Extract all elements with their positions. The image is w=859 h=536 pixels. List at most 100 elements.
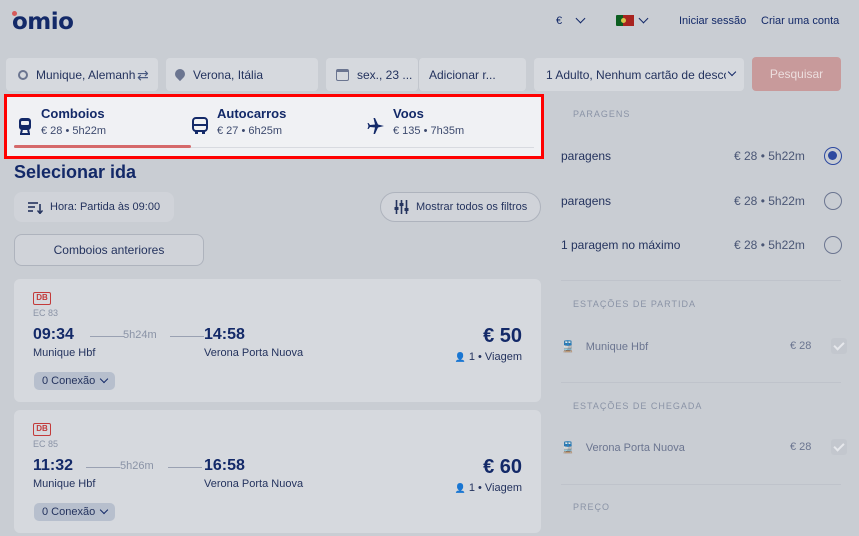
- tab-flights[interactable]: Voos € 135 • 7h35m: [393, 106, 464, 137]
- chevron-down-icon: [727, 67, 737, 77]
- destination-field[interactable]: Verona, Itália: [166, 58, 318, 91]
- stops-option[interactable]: paragens € 28 • 5h22m: [561, 192, 842, 210]
- duration: 5h26m: [120, 460, 154, 472]
- portugal-flag-icon[interactable]: [616, 15, 634, 26]
- calendar-icon: [336, 68, 349, 81]
- train-number: EC 85: [33, 439, 59, 449]
- chevron-down-icon: [99, 505, 109, 515]
- person-icon: 👤: [454, 352, 466, 362]
- radio-unselected[interactable]: [824, 236, 842, 254]
- arrival-stations-title: ESTAÇÕES DE CHEGADA: [573, 401, 703, 411]
- transport-tabs: Comboios € 28 • 5h22m Autocarros € 27 • …: [4, 94, 544, 159]
- radio-unselected[interactable]: [824, 192, 842, 210]
- bus-icon: [192, 117, 208, 134]
- tab-flights-title: Voos: [393, 106, 424, 121]
- stops-option-label: paragens: [561, 194, 612, 208]
- stops-option-value: € 28 • 5h22m: [734, 194, 805, 208]
- chevron-down-icon[interactable]: [575, 13, 586, 24]
- tab-flights-sub: € 135 • 7h35m: [393, 125, 465, 137]
- tab-buses-title: Autocarros: [217, 106, 287, 121]
- origin-circle-icon: [18, 69, 28, 80]
- result-card[interactable]: DB EC 83 09:34 5h24m 14:58 Munique Hbf V…: [14, 279, 541, 402]
- departure-station-filter[interactable]: 🚆 Munique Hbf € 28: [561, 338, 847, 354]
- stops-option-label: paragens: [561, 149, 612, 163]
- search-button[interactable]: Pesquisar: [752, 57, 841, 91]
- stops-option-label: 1 paragem no máximo: [561, 238, 681, 252]
- passengers-field[interactable]: 1 Adulto, Nenhum cartão de desconto: [534, 58, 744, 91]
- train-icon: 🚆: [561, 341, 575, 353]
- arrival-station: Verona Porta Nuova: [204, 347, 304, 359]
- tab-trains-title: Comboios: [41, 106, 105, 121]
- sort-chip[interactable]: Hora: Partida às 09:00: [14, 192, 174, 222]
- filter-divider: [561, 484, 841, 485]
- currency-label: €: [556, 15, 563, 27]
- train-icon: [19, 118, 31, 135]
- duration-line: [170, 336, 204, 337]
- active-tab-indicator: [14, 145, 191, 148]
- origin-value: Munique, Alemanha: [36, 67, 136, 82]
- swap-arrows-icon[interactable]: ⇄: [137, 67, 149, 84]
- show-all-filters-label: Mostrar todos os filtros: [416, 201, 528, 213]
- departure-station: Munique Hbf: [33, 347, 96, 359]
- price: € 50: [483, 325, 522, 347]
- origin-field[interactable]: Munique, Alemanha: [6, 58, 158, 91]
- page-title: Selecionar ida: [14, 162, 137, 182]
- connections-dropdown[interactable]: 0 Conexão: [34, 503, 116, 521]
- db-logo: DB: [33, 292, 51, 305]
- stops-option[interactable]: paragens € 28 • 5h22m: [561, 147, 842, 165]
- filter-divider: [561, 280, 841, 281]
- departure-station: Munique Hbf: [33, 478, 96, 490]
- earlier-trains-button[interactable]: Comboios anteriores: [14, 234, 204, 266]
- location-pin-icon: [175, 69, 185, 81]
- stops-option-value: € 28 • 5h22m: [734, 238, 805, 252]
- price: € 60: [483, 456, 522, 478]
- passengers-value: 1 Adulto, Nenhum cartão de desconto: [546, 67, 726, 82]
- checkbox-checked[interactable]: [831, 338, 847, 354]
- arrival-time: 16:58: [204, 457, 245, 474]
- chevron-down-icon: [99, 374, 109, 384]
- connections-dropdown[interactable]: 0 Conexão: [34, 372, 116, 390]
- return-date-field[interactable]: Adicionar r...: [418, 58, 526, 91]
- connections-label: 0 Conexão: [42, 506, 96, 518]
- stops-option[interactable]: 1 paragem no máximo € 28 • 5h22m: [561, 236, 842, 254]
- destination-value: Verona, Itália: [193, 67, 264, 82]
- departure-time: 11:32: [33, 457, 74, 474]
- departure-station-price: € 28: [790, 340, 812, 352]
- arrival-time: 14:58: [204, 326, 245, 343]
- duration: 5h24m: [123, 329, 157, 341]
- chevron-down-icon[interactable]: [638, 13, 649, 24]
- sort-icon: [28, 201, 43, 214]
- login-link[interactable]: Iniciar sessão: [679, 15, 746, 27]
- arrival-station-filter[interactable]: 🚆 Verona Porta Nuova € 28: [561, 439, 847, 455]
- currency-selector[interactable]: €: [556, 15, 562, 27]
- checkbox-checked[interactable]: [831, 439, 847, 455]
- tab-buses[interactable]: Autocarros € 27 • 6h25m: [217, 106, 286, 137]
- train-icon: 🚆: [561, 442, 575, 454]
- filter-sliders-icon: [394, 200, 409, 214]
- departure-stations-title: ESTAÇÕES DE PARTIDA: [573, 299, 697, 309]
- departure-time: 09:34: [33, 326, 74, 343]
- stops-section-title: PARAGENS: [573, 109, 631, 119]
- filter-divider: [561, 382, 841, 383]
- airplane-icon: [367, 118, 384, 134]
- passenger-label: 1 • Viagem: [468, 351, 522, 363]
- passenger-info: 👤 1 • Viagem: [455, 351, 522, 363]
- passenger-label: 1 • Viagem: [468, 482, 522, 494]
- connections-label: 0 Conexão: [42, 375, 96, 387]
- radio-selected[interactable]: [824, 147, 842, 165]
- result-card[interactable]: DB EC 85 11:32 5h26m 16:58 Munique Hbf V…: [14, 410, 541, 533]
- omio-logo[interactable]: omio: [12, 9, 74, 35]
- sort-label: Hora: Partida às 09:00: [50, 201, 161, 213]
- passenger-info: 👤 1 • Viagem: [455, 482, 522, 494]
- price-section-title: PREÇO: [573, 502, 611, 512]
- tab-trains-sub: € 28 • 5h22m: [41, 125, 107, 137]
- show-all-filters-button[interactable]: Mostrar todos os filtros: [380, 192, 541, 222]
- tab-buses-sub: € 27 • 6h25m: [217, 125, 283, 137]
- date-field[interactable]: sex., 23 ...: [326, 58, 418, 91]
- date-value: sex., 23 ...: [357, 67, 413, 82]
- signup-link[interactable]: Criar uma conta: [761, 15, 839, 27]
- tab-trains[interactable]: Comboios € 28 • 5h22m: [41, 106, 106, 137]
- arrival-station-label: Verona Porta Nuova: [585, 442, 685, 454]
- stops-option-value: € 28 • 5h22m: [734, 149, 805, 163]
- person-icon: 👤: [454, 483, 466, 493]
